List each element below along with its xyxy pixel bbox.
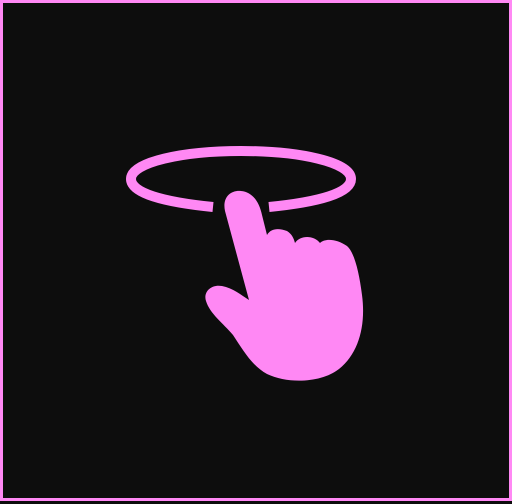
rotate-touch-gesture-icon — [3, 3, 512, 504]
hand-icon — [205, 190, 364, 381]
icon-frame — [0, 0, 512, 501]
